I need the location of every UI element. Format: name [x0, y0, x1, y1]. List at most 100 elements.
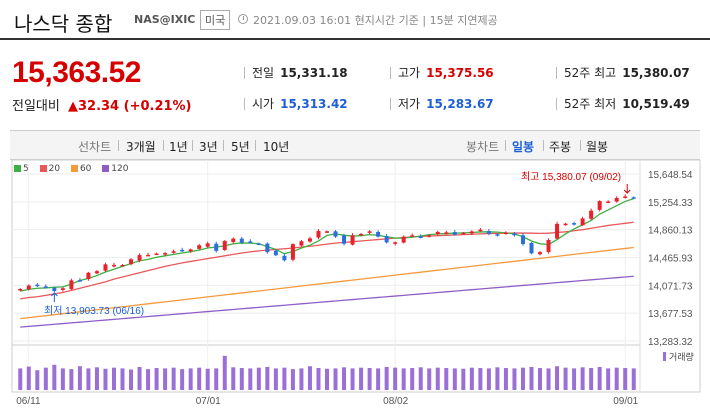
- volume-bar: [461, 368, 466, 390]
- volume-bar: [512, 368, 517, 390]
- stat-52w-high: 52주 최고 15,380.07: [556, 64, 690, 81]
- candle-body: [205, 243, 210, 247]
- volume-bar: [418, 367, 423, 390]
- volume-bar: [111, 367, 116, 390]
- volume-bar: [129, 369, 134, 390]
- stat-value: 15,313.42: [280, 97, 348, 111]
- volume-legend-swatch: [663, 352, 666, 361]
- volume-bar: [265, 366, 270, 390]
- change-line: 전일대비 ▲32.34 (+0.21%): [12, 95, 192, 114]
- y-tick-label: 14,860.13: [648, 226, 693, 237]
- candle-body: [146, 254, 151, 257]
- volume-bar: [18, 368, 23, 390]
- tab-monthly[interactable]: 월봉: [586, 138, 608, 155]
- divider: [255, 140, 256, 151]
- volume-bar: [26, 366, 31, 390]
- candle-body: [563, 223, 568, 226]
- volume-bar: [452, 368, 457, 390]
- y-tick-label: 14,465.93: [648, 254, 693, 265]
- candle-body: [546, 239, 551, 252]
- candle-body: [103, 264, 108, 271]
- candle-body: [316, 231, 321, 238]
- candle-body: [367, 231, 372, 233]
- price-chart[interactable]: 15,648.54 15,254.33 14,860.13 14,465.93 14,0…: [0, 160, 710, 410]
- tab-daily[interactable]: 일봉: [512, 138, 534, 155]
- volume-bar: [614, 367, 619, 390]
- volume-bar: [94, 367, 99, 390]
- candle-body: [188, 249, 193, 252]
- candle-body: [486, 231, 491, 234]
- tab-weekly[interactable]: 주봉: [549, 138, 571, 155]
- candle-body: [137, 255, 142, 261]
- tab-10y[interactable]: 10년: [263, 138, 289, 155]
- volume-bar: [555, 366, 560, 390]
- stat-high: 고가 15,375.56: [390, 64, 494, 81]
- candle-body: [18, 288, 23, 291]
- candle-body: [401, 236, 406, 243]
- volume-bar: [342, 367, 347, 390]
- volume-bar: [197, 367, 202, 390]
- divider: [118, 140, 119, 151]
- volume-bar: [231, 367, 236, 390]
- candle-body: [43, 286, 48, 288]
- divider: [505, 140, 506, 151]
- volume-bar: [282, 367, 287, 390]
- candle-body: [290, 244, 295, 260]
- tab-5y[interactable]: 5년: [231, 138, 250, 155]
- market-badge: 미국: [200, 10, 231, 30]
- volume-bar: [180, 369, 185, 390]
- stat-value: 15,283.67: [426, 97, 494, 111]
- candle-body: [589, 210, 594, 219]
- tab-line-chart[interactable]: 선차트: [78, 138, 111, 155]
- candle-body: [614, 197, 619, 202]
- candle-body: [129, 259, 134, 265]
- volume-label: 거래량: [669, 351, 694, 362]
- tab-3y[interactable]: 3년: [199, 138, 218, 155]
- volume-bar: [214, 368, 219, 390]
- y-tick-label: 13,677.53: [648, 309, 693, 320]
- volume-bar: [299, 368, 304, 390]
- candle-body: [444, 232, 449, 234]
- volume-bar: [520, 367, 525, 390]
- stat-label: 저가: [398, 97, 421, 111]
- candle-body: [52, 287, 57, 292]
- tab-3m[interactable]: 3개월: [126, 138, 156, 155]
- candle-body: [256, 243, 261, 246]
- change-label: 전일대비: [12, 99, 60, 114]
- candle-body: [239, 238, 244, 243]
- candle-body: [512, 233, 517, 236]
- volume-bar: [580, 367, 585, 390]
- header-divider: [0, 38, 710, 40]
- volume-bar: [623, 368, 628, 390]
- timestamp: 2021.09.03 16:01 현지시간 기준 | 15분 지연제공: [253, 14, 498, 27]
- chart-frame: [11, 160, 701, 393]
- y-tick-label: 14,071.73: [648, 281, 693, 292]
- tab-candle-chart[interactable]: 봉차트: [466, 138, 499, 155]
- header: 나스닥 종합 NAS@IXIC 미국 2021.09.03 16:01 현지시간…: [0, 0, 710, 38]
- ticker-symbol: NAS@IXIC: [134, 13, 196, 26]
- volume-bar: [469, 367, 474, 390]
- stat-value: 15,375.56: [426, 66, 494, 80]
- candle-body: [333, 231, 338, 237]
- stat-label: 52주 최저: [564, 97, 617, 111]
- tab-1y[interactable]: 1년: [169, 138, 188, 155]
- y-tick-label: 15,648.54: [648, 170, 693, 181]
- volume-bar: [367, 368, 372, 390]
- volume-bar: [359, 367, 364, 390]
- divider: [543, 140, 544, 151]
- stat-low: 저가 15,283.67: [390, 95, 494, 112]
- volume-bar: [631, 368, 636, 390]
- candle-body: [452, 232, 457, 235]
- candle-body: [299, 241, 304, 246]
- candle-body: [606, 201, 611, 204]
- divider: [580, 140, 581, 151]
- candle-body: [222, 240, 227, 251]
- candle-body: [197, 245, 202, 249]
- y-tick-label: 13,283.32: [648, 337, 693, 348]
- volume-bar: [103, 368, 108, 390]
- volume-bar: [589, 368, 594, 390]
- candle-body: [376, 231, 381, 237]
- volume-bar: [572, 368, 577, 390]
- volume-bar: [86, 368, 91, 390]
- stat-52w-low: 52주 최저 10,519.49: [556, 95, 690, 112]
